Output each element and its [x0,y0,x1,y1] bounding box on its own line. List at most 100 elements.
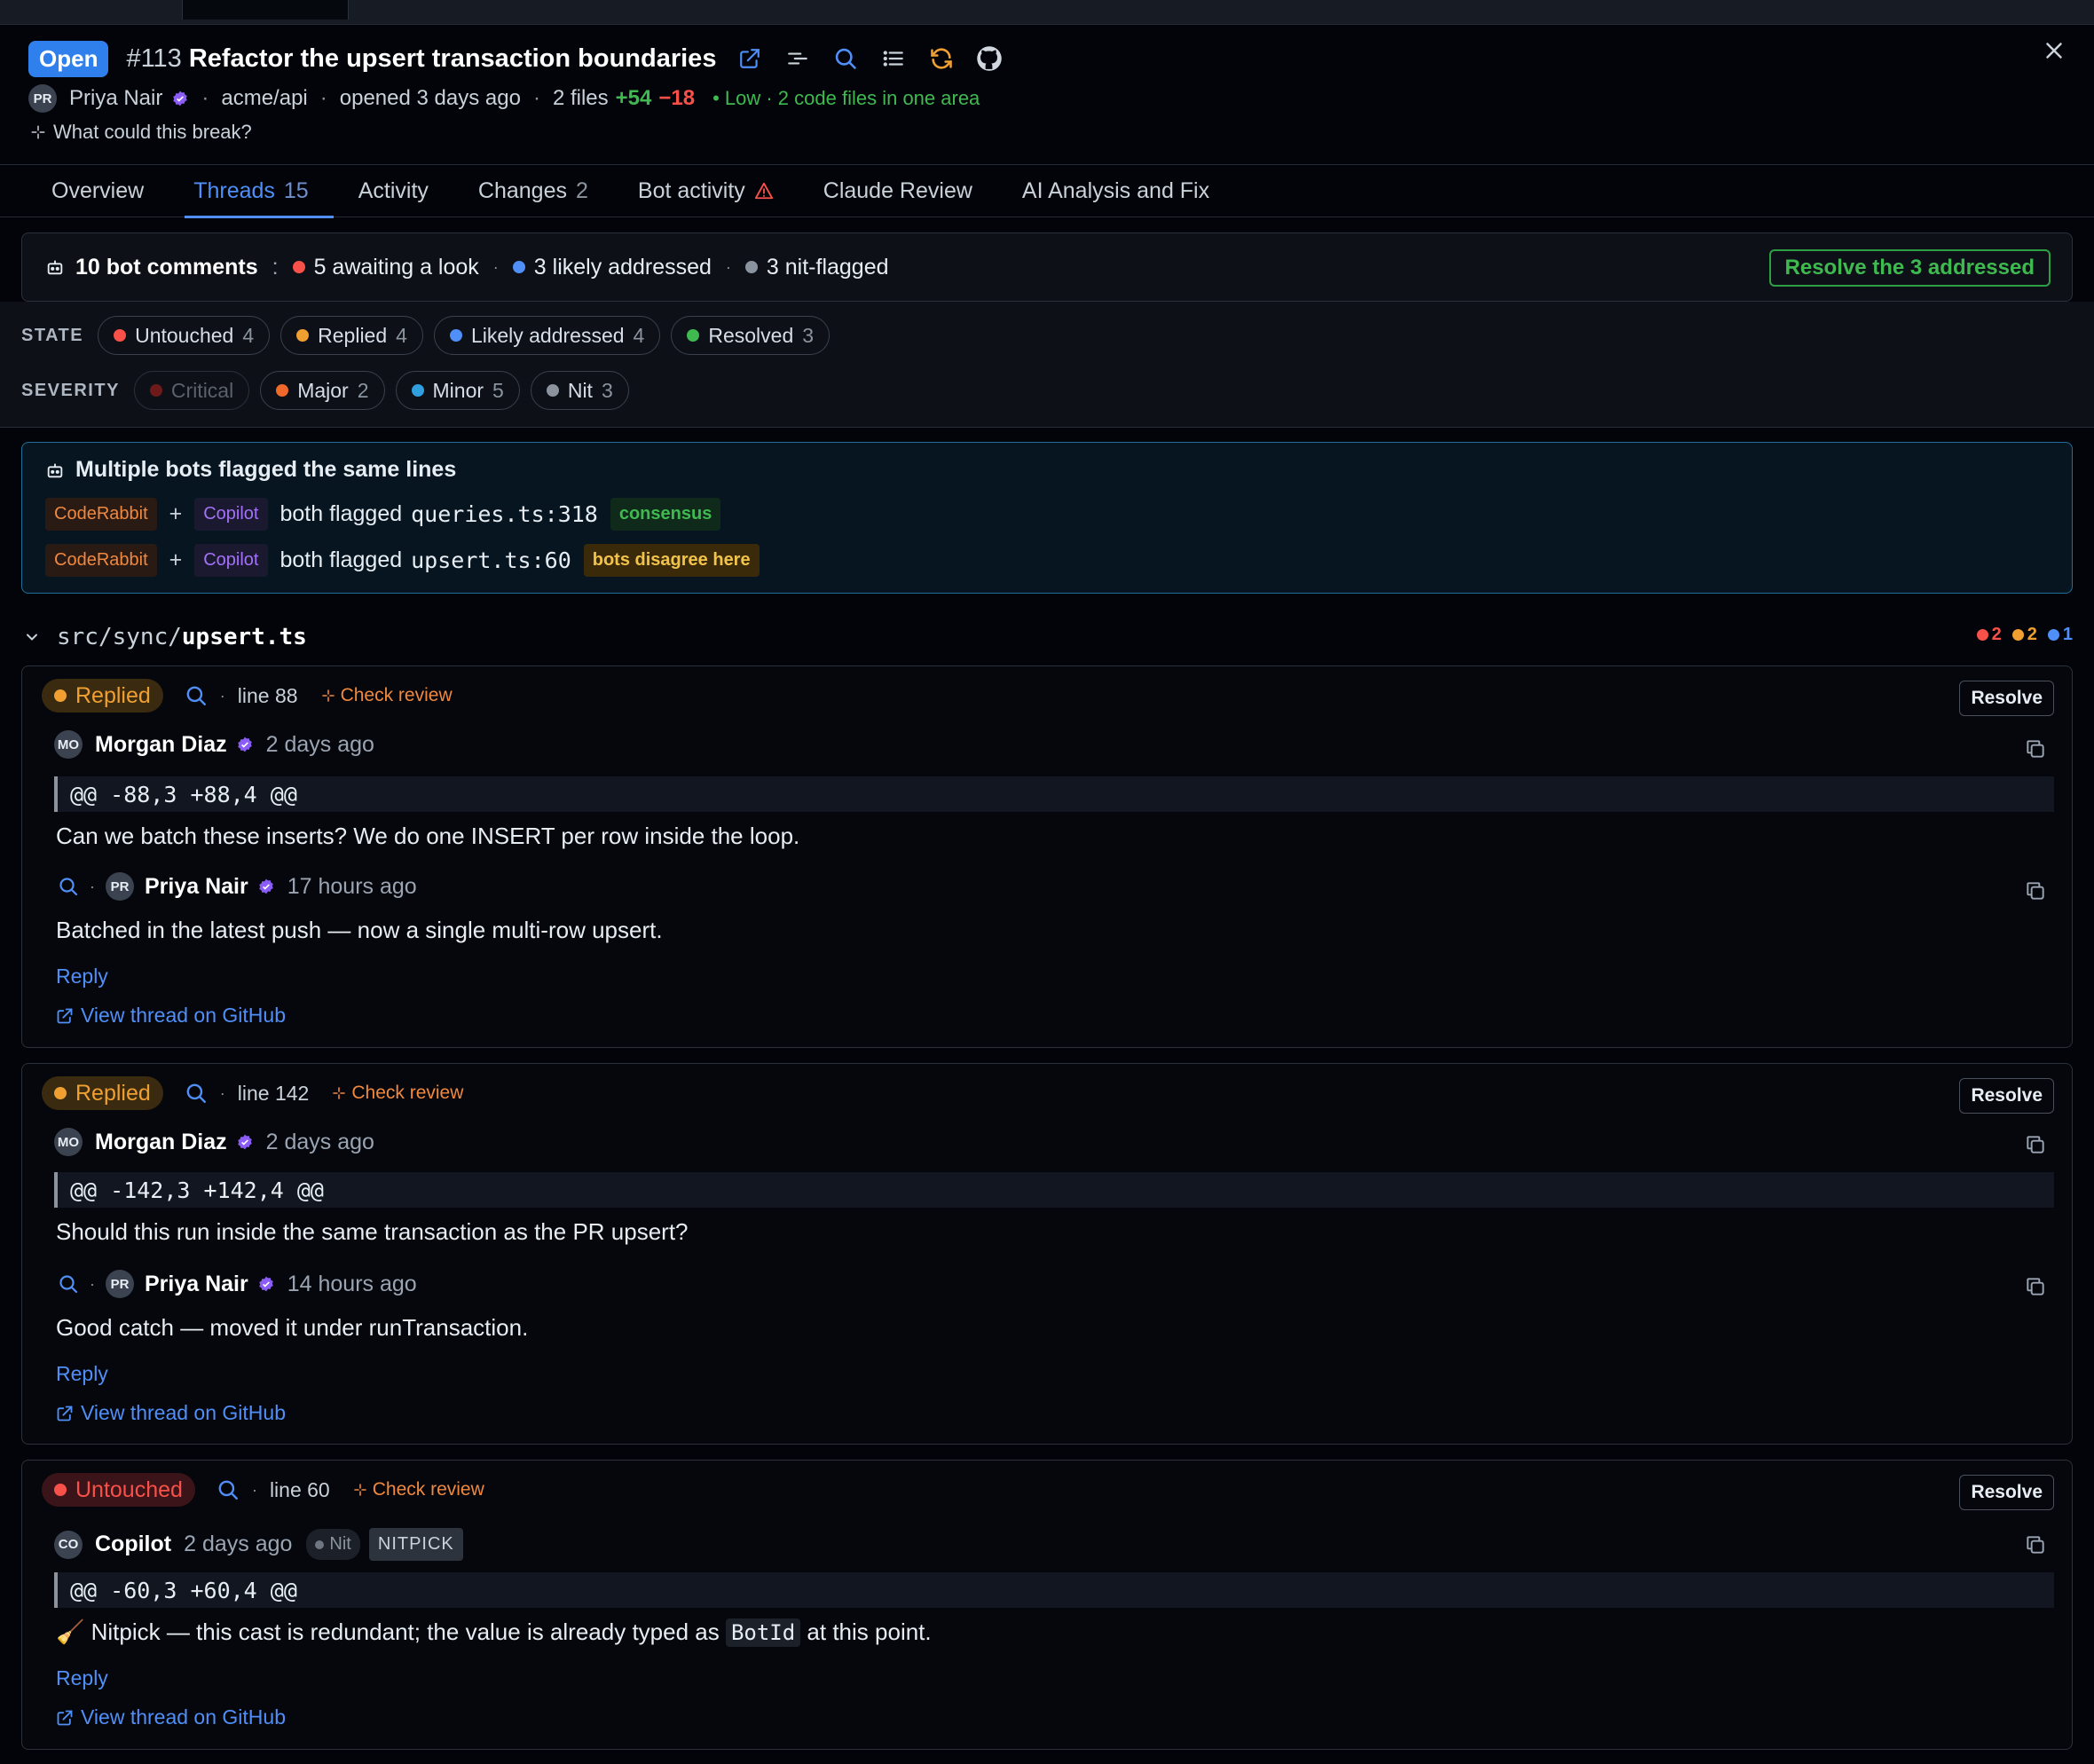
severity-badge: Nit [306,1529,360,1560]
resolve-button[interactable]: Resolve [1959,681,2054,716]
copy-icon[interactable] [2024,879,2047,902]
resolve-button[interactable]: Resolve [1959,1475,2054,1510]
pr-title: Refactor the upsert transaction boundari… [188,43,717,73]
search-icon[interactable] [58,1273,79,1295]
verified-icon [171,90,189,107]
verified-icon [236,736,254,753]
file-name: upsert.ts [181,624,307,650]
search-icon[interactable] [58,876,79,897]
resolve-addressed-button[interactable]: Resolve the 3 addressed [1768,249,2051,287]
tab-activity[interactable]: Activity [334,165,453,217]
check-review-link[interactable]: Check review [353,1479,484,1500]
active-window-tab[interactable] [182,0,349,20]
filter-critical[interactable]: Critical [133,371,250,410]
copy-icon[interactable] [2024,737,2047,760]
reply-link[interactable]: Reply [56,1666,108,1690]
check-review-link[interactable]: Check review [332,1083,463,1104]
comment-time: 2 days ago [265,731,374,757]
search-icon[interactable] [185,684,208,707]
bot-tag-copilot: Copilot [194,544,268,577]
risk-summary: • Low · 2 code files in one area [712,87,980,109]
reply-time: 17 hours ago [287,873,417,899]
thread-filters: STATE Untouched 4 Replied 4 Likely address… [0,302,2094,428]
file-count-addressed: 1 [2047,625,2073,645]
bot-tag-coderabbit: CodeRabbit [45,498,157,531]
tab-ai-analysis[interactable]: AI Analysis and Fix [997,165,1234,217]
github-icon[interactable] [975,44,1004,73]
reply-author[interactable]: Priya Nair [145,874,248,900]
verified-icon [257,1275,275,1293]
filter-resolved[interactable]: Resolved 3 [671,316,831,355]
repo-name[interactable]: acme/api [221,86,307,111]
search-icon[interactable] [216,1478,240,1501]
tab-overview[interactable]: Overview [27,165,169,217]
flag-text: both flagged [279,501,403,526]
list-icon[interactable] [879,44,908,73]
file-dir: src/sync/ [57,624,182,650]
comment-body: Can we batch these inserts? We do one IN… [56,823,800,849]
resolve-button[interactable]: Resolve [1959,1078,2054,1114]
deletions-count: −18 [658,86,696,110]
tab-label: Changes [477,177,567,203]
filter-major[interactable]: Major 2 [260,371,385,410]
awaiting-count: 5 awaiting a look [313,254,479,280]
line-number[interactable]: line 142 [238,1082,310,1106]
filter-count: 2 [357,378,369,402]
copy-icon[interactable] [2024,1275,2047,1298]
tab-changes[interactable]: Changes 2 [453,165,613,217]
search-icon[interactable] [185,1082,208,1105]
disagree-row[interactable]: CodeRabbit + Copilot both flagged upsert… [45,544,760,577]
reply-body: Batched in the latest push — now a singl… [56,917,663,943]
filter-label: Nit [567,378,593,402]
diff-hunk-header: @@ -142,3 +142,4 @@ [54,1172,2054,1208]
copy-icon[interactable] [2024,1533,2047,1556]
reply-link[interactable]: Reply [56,1362,108,1386]
comment-author[interactable]: Morgan Diaz [95,1130,227,1155]
align-icon[interactable] [783,44,812,73]
filter-label: Major [297,378,349,402]
filter-label: Minor [432,378,484,402]
filter-count: 4 [396,323,407,347]
author-name[interactable]: Priya Nair [69,86,162,111]
filter-minor[interactable]: Minor 5 [395,371,520,410]
view-on-github-link[interactable]: View thread on GitHub [56,1004,286,1028]
file-group-header[interactable]: src/sync/upsert.ts 2 2 1 [23,619,2073,655]
bots-consensus-panel: Multiple bots flagged the same lines Cod… [21,442,2073,594]
external-link-icon[interactable] [736,44,764,73]
consensus-row[interactable]: CodeRabbit + Copilot both flagged querie… [45,498,721,531]
tab-threads[interactable]: Threads 15 [169,165,334,218]
filter-nit[interactable]: Nit 3 [530,371,629,410]
what-could-break-prompt[interactable]: What could this break? [30,121,252,144]
file-path: src/sync/upsert.ts [57,624,307,650]
avatar: MO [54,1128,83,1156]
close-icon[interactable] [2041,37,2067,64]
line-number[interactable]: line 60 [270,1478,330,1502]
comment-author[interactable]: Morgan Diaz [95,732,227,758]
check-review-link[interactable]: Check review [321,685,453,706]
author-avatar: PR [28,84,57,113]
tab-claude-review[interactable]: Claude Review [799,165,997,217]
copy-icon[interactable] [2024,1133,2047,1156]
filter-likely-addressed[interactable]: Likely addressed 4 [433,316,661,355]
chevron-down-icon[interactable] [23,628,41,646]
reply-link[interactable]: Reply [56,965,108,988]
warning-icon [754,181,774,201]
sync-icon[interactable] [927,44,956,73]
reply-author[interactable]: Priya Nair [145,1272,248,1297]
comment-body: Should this run inside the same transact… [56,1218,689,1245]
tab-bot-activity[interactable]: Bot activity [613,165,799,217]
comment-author[interactable]: Copilot [95,1532,171,1557]
tab-label: Claude Review [823,177,972,203]
filter-replied[interactable]: Replied 4 [280,316,423,355]
verified-icon [236,1133,254,1151]
flag-text: both flagged [279,547,403,572]
search-icon[interactable] [831,44,860,73]
filter-label: Critical [170,378,234,402]
view-on-github-link[interactable]: View thread on GitHub [56,1705,286,1729]
tab-label: Overview [51,177,145,203]
filter-untouched[interactable]: Untouched 4 [98,316,271,355]
tab-label: Bot activity [637,177,745,203]
pr-tabs: Overview Threads 15 Activity Changes 2 Bot… [0,164,2094,218]
view-on-github-link[interactable]: View thread on GitHub [56,1401,286,1425]
line-number[interactable]: line 88 [238,684,298,708]
